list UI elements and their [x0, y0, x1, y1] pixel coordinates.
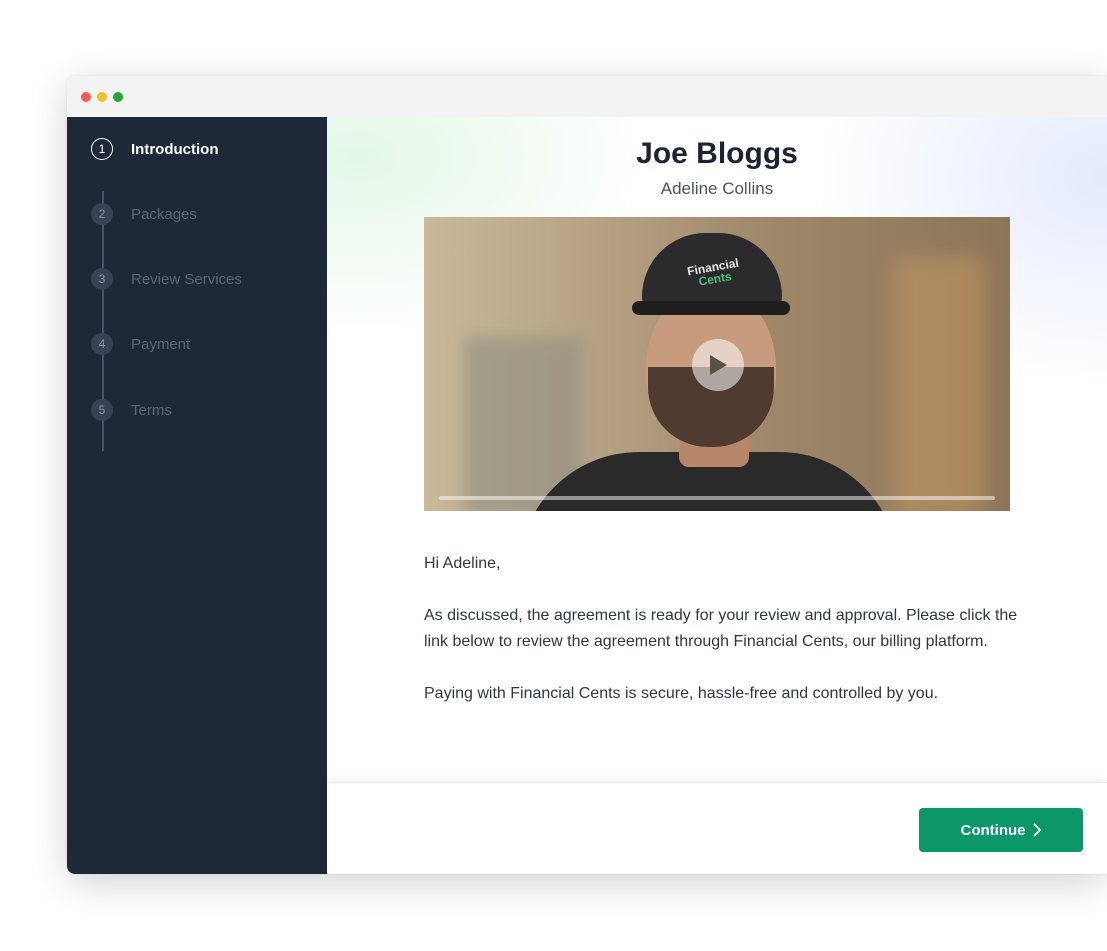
- play-button[interactable]: [692, 339, 744, 391]
- intro-video[interactable]: Financial Cents: [424, 217, 1010, 511]
- step-label: Review Services: [131, 270, 242, 288]
- continue-label: Continue: [960, 821, 1026, 839]
- step-number: 2: [91, 203, 113, 225]
- steps-sidebar: 1 Introduction 2 Packages 3 Review Servi…: [67, 117, 327, 874]
- main-content: Joe Bloggs Adeline Collins Financial Cen…: [327, 117, 1107, 874]
- step-number: 1: [91, 138, 113, 160]
- step-review-services[interactable]: 3 Review Services: [91, 268, 242, 290]
- step-terms[interactable]: 5 Terms: [91, 399, 172, 421]
- step-payment[interactable]: 4 Payment: [91, 333, 190, 355]
- step-number: 3: [91, 268, 113, 290]
- step-number: 4: [91, 333, 113, 355]
- step-label: Terms: [131, 401, 172, 419]
- play-icon: [710, 355, 727, 375]
- app-window: 1 Introduction 2 Packages 3 Review Servi…: [67, 76, 1107, 874]
- window-titlebar: [67, 76, 1107, 117]
- message-paragraph-1: As discussed, the agreement is ready for…: [424, 607, 1018, 650]
- message-paragraph-2: Paying with Financial Cents is secure, h…: [424, 685, 939, 702]
- video-progress-bar[interactable]: [439, 496, 995, 500]
- footer-bar: Continue: [327, 782, 1107, 874]
- chevron-right-icon: [1032, 823, 1041, 837]
- step-packages[interactable]: 2 Packages: [91, 203, 197, 225]
- step-number: 5: [91, 399, 113, 421]
- message-body: Hi Adeline, As discussed, the agreement …: [424, 551, 1024, 733]
- step-label: Packages: [131, 205, 197, 223]
- step-introduction[interactable]: 1 Introduction: [91, 138, 218, 160]
- video-background-light: [894, 257, 984, 511]
- message-greeting: Hi Adeline,: [424, 555, 501, 572]
- step-label: Introduction: [131, 140, 219, 158]
- page-title: Joe Bloggs: [636, 137, 798, 170]
- step-label: Payment: [131, 335, 191, 353]
- maximize-window-dot[interactable]: [113, 91, 123, 102]
- page-subtitle: Adeline Collins: [660, 179, 774, 198]
- continue-button[interactable]: Continue: [919, 808, 1083, 852]
- minimize-window-dot[interactable]: [97, 91, 107, 102]
- video-person-cap-brim: [632, 301, 790, 315]
- close-window-dot[interactable]: [81, 91, 91, 102]
